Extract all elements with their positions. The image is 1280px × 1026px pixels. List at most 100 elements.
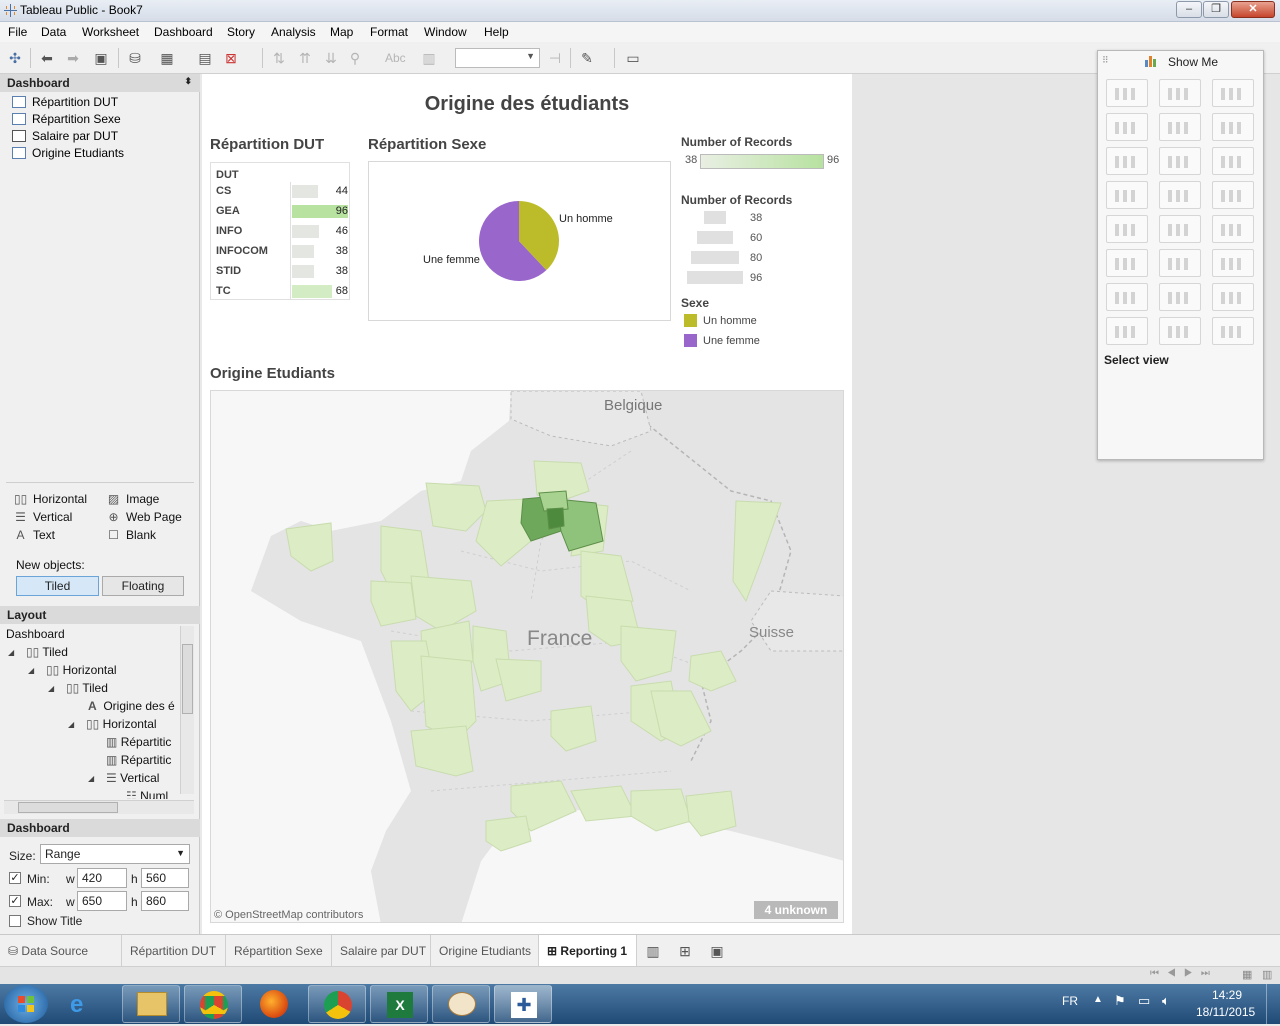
object-vertical[interactable]: ☰ Vertical [14,510,72,524]
menu-file[interactable]: File [8,25,27,39]
tab-repartition-dut[interactable]: Répartition DUT [122,935,226,967]
show-me-chart-option[interactable] [1159,113,1201,141]
menu-worksheet[interactable]: Worksheet [82,25,139,39]
save-icon[interactable]: ▣ [92,49,110,67]
sort-asc-icon[interactable]: ⇈ [296,49,314,67]
show-me-chart-option[interactable] [1212,283,1254,311]
show-me-chart-option[interactable] [1159,215,1201,243]
new-dashboard-tab-icon[interactable]: ⊞ [676,942,694,960]
dut-row-bar[interactable] [292,245,314,258]
show-me-title[interactable]: Show Me [1168,55,1218,69]
clear-sheet-icon[interactable]: ⊠ [222,49,240,67]
tree-sheet-repartition-sexe[interactable]: ▥ Répartitic [106,753,171,767]
new-worksheet-icon[interactable]: ▦ [158,49,176,67]
sexe-pie-chart[interactable] [478,200,560,282]
tree-horizontal-inner[interactable]: ▯▯ Horizontal [86,717,157,731]
show-me-chart-option[interactable] [1159,147,1201,175]
drag-handle-icon[interactable]: ⠿ [1102,55,1109,66]
show-me-chart-option[interactable] [1212,147,1254,175]
floating-toggle[interactable]: Floating [102,576,184,596]
show-me-chart-option[interactable] [1212,181,1254,209]
object-image[interactable]: ▨ Image [107,492,160,506]
tree-dashboard[interactable]: Dashboard [6,627,65,641]
tableau-taskbar-button[interactable]: ✚ [494,985,552,1023]
show-me-chart-option[interactable] [1212,317,1254,345]
tiled-toggle[interactable]: Tiled [16,576,99,596]
fit-icon[interactable]: ▥ [420,49,438,67]
origin-map[interactable]: Belgique France Suisse © OpenStreetMap c… [210,390,844,923]
tab-nav-icons[interactable]: ⏮◀▶⏭ [1150,968,1218,979]
tree-tiled-inner[interactable]: ▯▯ Tiled [66,681,108,695]
show-me-chart-option[interactable] [1106,113,1148,141]
sheet-item-repartition-sexe[interactable]: Répartition Sexe [12,112,121,126]
map-unknown-indicator[interactable]: 4 unknown [754,901,838,919]
sexe-legend-homme[interactable]: Un homme [703,315,757,327]
tab-salaire-par-dut[interactable]: Salaire par DUT [332,935,431,967]
tableau-logo-icon[interactable]: ✣ [6,49,24,67]
menu-data[interactable]: Data [41,25,66,39]
highlight-icon[interactable]: ✎ [578,49,596,67]
ie-icon[interactable]: e [70,991,83,1019]
redo-icon[interactable]: ➡ [64,49,82,67]
minimize-button[interactable]: – [1176,1,1202,18]
language-indicator[interactable]: FR [1062,994,1078,1008]
new-worksheet-tab-icon[interactable]: ▥ [644,942,662,960]
min-height-input[interactable]: 560 [141,868,189,888]
menu-window[interactable]: Window [424,25,467,39]
show-labels-button[interactable]: Abc [385,51,406,65]
show-me-chart-option[interactable] [1159,317,1201,345]
show-me-chart-option[interactable] [1159,181,1201,209]
object-horizontal[interactable]: ▯▯ Horizontal [14,492,87,506]
tab-data-source[interactable]: ⛁ Data Source [0,935,122,967]
new-datasource-icon[interactable]: ⛁ [126,49,144,67]
show-me-chart-option[interactable] [1106,181,1148,209]
layout-vertical-scrollbar[interactable] [180,626,194,794]
maximize-button[interactable]: ❐ [1203,1,1229,18]
tree-horizontal[interactable]: ▯▯ Horizontal [46,663,117,677]
show-me-chart-option[interactable] [1106,249,1148,277]
volume-icon[interactable]: 🔈︎ [1162,993,1170,1009]
tab-origine-etudiants[interactable]: Origine Etudiants [431,935,539,967]
object-text[interactable]: A Text [14,528,55,542]
menu-help[interactable]: Help [484,25,509,39]
tab-view-icon[interactable]: ▥ [1262,968,1272,981]
network-icon[interactable]: ▭ [1138,993,1150,1009]
menu-dashboard[interactable]: Dashboard [154,25,213,39]
close-button[interactable]: ✕ [1231,1,1275,18]
max-height-input[interactable]: 860 [141,891,189,911]
show-me-chart-option[interactable] [1106,147,1148,175]
sort-desc-icon[interactable]: ⇊ [322,49,340,67]
show-me-chart-option[interactable] [1159,79,1201,107]
sheet-item-origine-etudiants[interactable]: Origine Etudiants [12,146,124,160]
start-button[interactable] [4,985,48,1023]
tab-repartition-sexe[interactable]: Répartition Sexe [226,935,332,967]
clock-date[interactable]: 18/11/2015 [1196,1005,1255,1019]
tree-vertical[interactable]: ☰ Vertical [106,771,159,785]
dut-row-bar[interactable] [292,185,318,198]
tree-title-text[interactable]: A Origine des é [88,699,175,713]
tree-legend[interactable]: ☷ Numl [126,789,168,799]
duplicate-sheet-icon[interactable]: ▤ [196,49,214,67]
layout-horizontal-scrollbar[interactable] [4,800,194,814]
excel-taskbar-button[interactable]: X [370,985,428,1023]
paint-taskbar-button[interactable] [432,985,490,1023]
group-icon[interactable]: ⚲ [346,49,364,67]
menu-format[interactable]: Format [370,25,408,39]
show-me-chart-option[interactable] [1106,317,1148,345]
tree-tiled[interactable]: ▯▯ Tiled [26,645,68,659]
sexe-legend-femme[interactable]: Une femme [703,335,760,347]
show-me-chart-option[interactable] [1212,79,1254,107]
sheet-item-salaire-par-dut[interactable]: Salaire par DUT [12,129,118,143]
pin-icon[interactable]: ⊣ [546,49,564,67]
show-title-checkbox[interactable] [9,915,21,927]
presentation-icon[interactable]: ▭ [624,49,642,67]
max-width-input[interactable]: 650 [77,891,127,911]
explorer-taskbar-button[interactable] [122,985,180,1023]
tray-arrow-icon[interactable]: ▲ [1093,994,1103,1005]
show-me-chart-option[interactable] [1159,249,1201,277]
chrome-taskbar-button[interactable] [184,985,242,1023]
object-blank[interactable]: ☐ Blank [107,528,156,542]
menu-story[interactable]: Story [227,25,255,39]
object-webpage[interactable]: ⊕ Web Page [107,510,181,524]
min-checkbox[interactable]: ✓ [9,872,21,884]
